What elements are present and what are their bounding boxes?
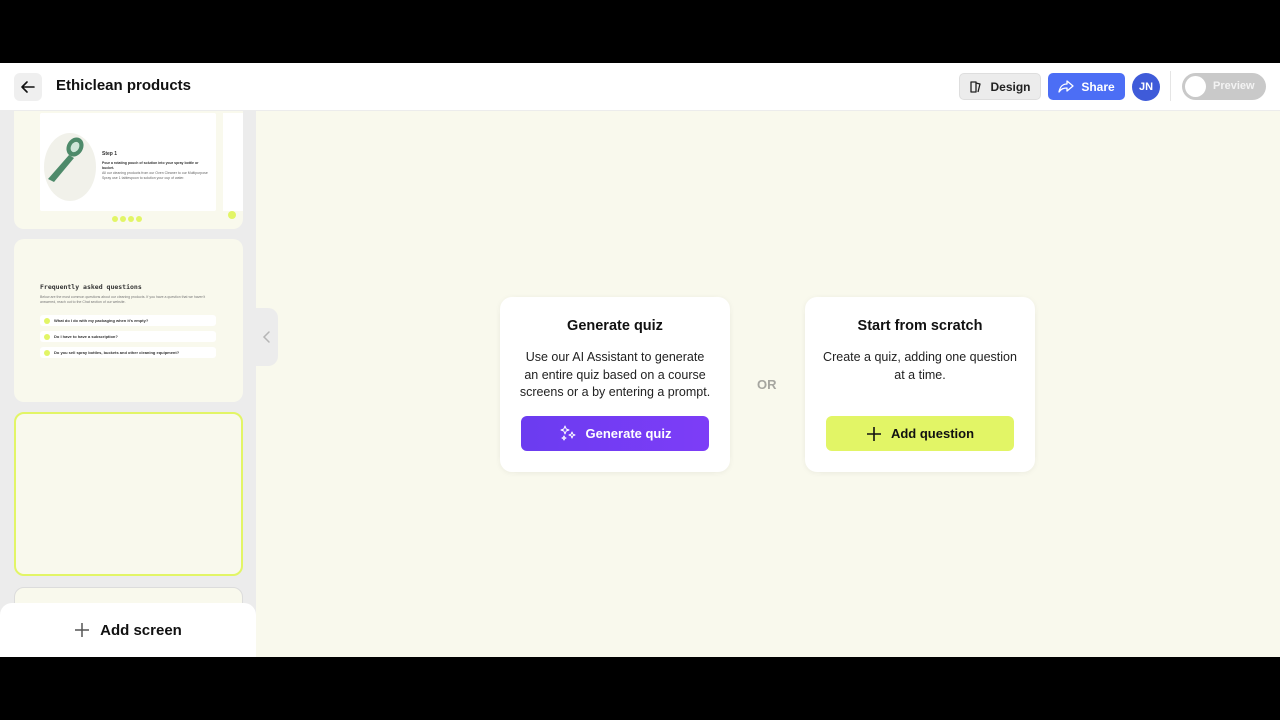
preview-toggle[interactable]: Preview [1182, 73, 1266, 100]
design-label: Design [990, 79, 1031, 94]
step-text: Pour a rotating pouch of solution into y… [102, 161, 210, 181]
pager-dot [120, 216, 126, 222]
share-label: Share [1081, 79, 1115, 94]
faq-bullet [44, 333, 50, 340]
faq-bullet [44, 349, 50, 356]
generate-quiz-label: Generate quiz [585, 426, 672, 441]
slide-preview: Step 1 Pour a rotating pouch of solution… [40, 113, 236, 219]
screen-thumbnail-faq[interactable]: Frequently asked questions Below are the… [14, 239, 243, 402]
faq-item: What do I do with my packaging when it's… [40, 315, 216, 326]
card-description: Use our AI Assistant to generate an enti… [519, 350, 711, 399]
chevron-left-icon [262, 331, 270, 343]
faq-bullet [44, 317, 50, 324]
arrow-left-icon [21, 81, 35, 93]
faq-item: Do I have to have a subscription? [40, 331, 216, 342]
add-question-button[interactable]: Add question [826, 416, 1014, 451]
faq-question: Do you sell spray bottles, buckets and o… [54, 350, 180, 355]
plus-icon [866, 426, 881, 441]
top-bar: Ethiclean products Design Share JN Previ… [0, 63, 1280, 111]
card-title: Start from scratch [857, 318, 983, 334]
faq-item: Do you sell spray bottles, buckets and o… [40, 347, 216, 358]
faq-question: Do I have to have a subscription? [54, 334, 118, 339]
avatar[interactable]: JN [1132, 73, 1160, 101]
card-description: Create a quiz, adding one question at a … [823, 350, 1017, 382]
palette-icon [970, 80, 982, 93]
faq-intro: Below are the most common questions abou… [40, 295, 206, 304]
spray-nozzle-illustration [48, 137, 84, 182]
preview-label: Preview [1213, 80, 1255, 92]
screen-thumbnail-step[interactable]: Step 1 Pour a rotating pouch of solution… [14, 111, 243, 229]
divider [1170, 71, 1171, 101]
faq-question: What do I do with my packaging when it's… [54, 318, 149, 323]
share-button[interactable]: Share [1048, 73, 1125, 100]
step-text-line-1: Pour a rotating pouch of solution into y… [102, 161, 199, 170]
toggle-knob [1185, 76, 1206, 97]
pager-dot [136, 216, 142, 222]
screen-thumbnail-selected[interactable] [14, 412, 243, 576]
share-icon [1058, 79, 1074, 93]
generate-quiz-card: Generate quiz Use our AI Assistant to ge… [500, 297, 730, 472]
next-dot [228, 211, 236, 219]
card-title: Generate quiz [567, 318, 663, 334]
generate-quiz-button[interactable]: Generate quiz [521, 416, 709, 451]
design-button[interactable]: Design [959, 73, 1041, 100]
app-window: Ethiclean products Design Share JN Previ… [0, 63, 1280, 657]
screens-sidebar: Step 1 Pour a rotating pouch of solution… [0, 111, 256, 657]
slide-pager [112, 216, 142, 222]
faq-title: Frequently asked questions [40, 283, 142, 291]
start-from-scratch-card: Start from scratch Create a quiz, adding… [805, 297, 1035, 472]
pager-dot [128, 216, 134, 222]
step-label: Step 1 [102, 151, 118, 157]
add-question-label: Add question [890, 426, 975, 441]
add-screen-label: Add screen [100, 621, 182, 639]
back-button[interactable] [14, 73, 42, 101]
next-slide-peek [223, 113, 243, 211]
step-text-line-2: All our cleaning products from our Oven … [102, 171, 208, 180]
pager-dot [112, 216, 118, 222]
sparkle-icon [560, 425, 576, 440]
page-title: Ethiclean products [56, 77, 192, 94]
or-separator: OR [757, 377, 777, 392]
collapse-sidebar-button[interactable] [256, 308, 278, 366]
add-screen-button[interactable]: Add screen [0, 603, 256, 657]
plus-icon [75, 623, 90, 637]
